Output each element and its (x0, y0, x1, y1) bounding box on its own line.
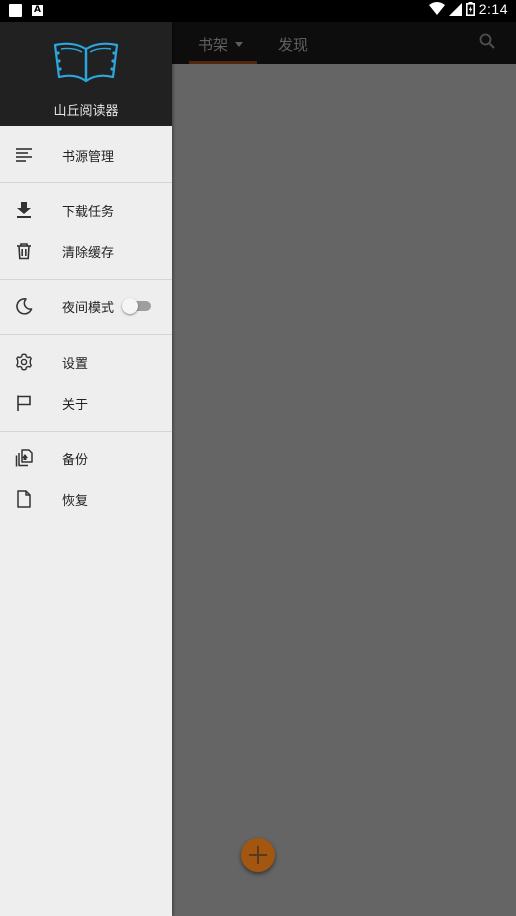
menu-item-clear-cache[interactable]: 清除缓存 (0, 231, 172, 271)
menu-item-label: 书源管理 (62, 150, 115, 165)
flag-icon (17, 395, 31, 411)
drawer-header: 山丘阅读器 (0, 22, 172, 126)
menu-item-label: 设置 (62, 357, 89, 372)
menu-item-settings[interactable]: 设置 (0, 342, 172, 382)
wifi-icon (428, 2, 445, 15)
menu-item-label: 夜间模式 (62, 301, 115, 316)
menu-item-label: 关于 (62, 398, 89, 413)
menu-item-label: 清除缓存 (62, 246, 115, 261)
divider (0, 334, 172, 335)
status-time: 2:14 (478, 1, 508, 17)
backup-icon (15, 449, 33, 467)
plus-icon (249, 846, 267, 864)
menu-item-backup[interactable]: 备份 (0, 438, 172, 478)
toggle-thumb (122, 298, 138, 314)
night-mode-toggle[interactable] (122, 298, 152, 314)
add-button[interactable] (241, 838, 275, 872)
book-logo-icon (53, 42, 119, 83)
menu-item-book-source[interactable]: 书源管理 (0, 135, 172, 175)
download-icon (17, 202, 31, 218)
notification-icon (9, 4, 22, 17)
menu-item-restore[interactable]: 恢复 (0, 479, 172, 519)
menu-item-label: 下载任务 (62, 205, 115, 220)
file-icon (17, 490, 31, 508)
app-notification-icon: A (32, 5, 43, 16)
menu-item-about[interactable]: 关于 (0, 383, 172, 423)
divider (0, 279, 172, 280)
divider (0, 182, 172, 183)
battery-icon (465, 2, 475, 16)
moon-icon (16, 298, 33, 315)
trash-icon (17, 243, 31, 260)
navigation-drawer: 山丘阅读器 书源管理 下载任务 清除缓存 夜间模式 设置 关于 备份 恢复 (0, 22, 172, 916)
list-icon (16, 148, 32, 162)
divider (0, 431, 172, 432)
menu-item-label: 备份 (62, 453, 89, 468)
menu-item-label: 恢复 (62, 494, 89, 509)
app-name: 山丘阅读器 (53, 104, 119, 119)
menu-item-night-mode[interactable]: 夜间模式 (0, 286, 172, 326)
status-bar: A 2:14 (0, 0, 516, 22)
gear-icon (16, 353, 32, 371)
menu-item-download[interactable]: 下载任务 (0, 190, 172, 230)
signal-icon (448, 2, 462, 16)
